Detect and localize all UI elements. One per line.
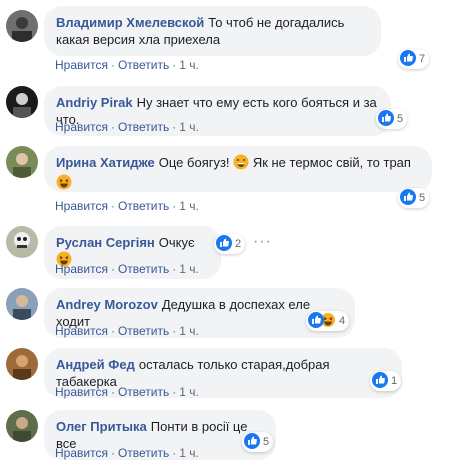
comment-time[interactable]: 1 ч.: [179, 58, 199, 72]
avatar[interactable]: [6, 10, 38, 42]
reply-link[interactable]: Ответить: [118, 199, 169, 213]
comment-actions: Нравится · Ответить · 1 ч.: [55, 262, 199, 276]
like-link[interactable]: Нравится: [55, 262, 108, 276]
comment-text: Очкує: [158, 235, 195, 250]
reaction-count[interactable]: 7: [398, 49, 430, 69]
reaction-count[interactable]: 5: [376, 109, 408, 129]
like-icon: [378, 109, 394, 129]
reaction-number: 5: [397, 113, 404, 125]
comment-time[interactable]: 1 ч.: [179, 385, 199, 399]
comment-author[interactable]: Владимир Хмелевской: [56, 15, 204, 30]
comment-author[interactable]: Ирина Хатидже: [56, 155, 155, 170]
like-icon: [400, 49, 416, 69]
avatar[interactable]: [6, 410, 38, 442]
like-icon: [244, 432, 260, 452]
comment-actions: Нравится · Ответить · 1 ч.: [55, 199, 199, 213]
reaction-number: 7: [419, 53, 426, 65]
like-icon: [400, 188, 416, 208]
comment-actions: Нравится · Ответить · 1 ч.: [55, 446, 199, 460]
laughing-emoji: [56, 174, 72, 194]
like-link[interactable]: Нравится: [55, 199, 108, 213]
comment-bubble: Владимир Хмелевской То чтоб не догадались…: [44, 6, 381, 56]
like-link[interactable]: Нравится: [55, 385, 108, 399]
comment-actions: Нравится · Ответить · 1 ч.: [55, 324, 199, 338]
reply-link[interactable]: Ответить: [118, 120, 169, 134]
reply-link[interactable]: Ответить: [118, 324, 169, 338]
like-link[interactable]: Нравится: [55, 446, 108, 460]
comment-text: Оце боягуз!: [158, 155, 230, 170]
comment-author[interactable]: Андрей Фед: [56, 357, 135, 372]
comment-actions: Нравится · Ответить · 1 ч.: [55, 58, 199, 72]
reaction-count[interactable]: 2: [214, 234, 246, 254]
reaction-count[interactable]: 1: [370, 371, 402, 391]
avatar[interactable]: [6, 348, 38, 380]
comment-time[interactable]: 1 ч.: [179, 262, 199, 276]
reply-link[interactable]: Ответить: [118, 446, 169, 460]
reaction-count[interactable]: 5: [242, 432, 274, 452]
reaction-number: 4: [339, 315, 346, 327]
avatar[interactable]: [6, 226, 38, 258]
comment-time[interactable]: 1 ч.: [179, 446, 199, 460]
more-options-icon[interactable]: ···: [253, 233, 272, 251]
reaction-number: 1: [391, 375, 398, 387]
like-icon: [216, 234, 232, 254]
like-link[interactable]: Нравится: [55, 324, 108, 338]
reaction-number: 5: [263, 436, 270, 448]
like-icon: [308, 311, 324, 331]
comment-time[interactable]: 1 ч.: [179, 199, 199, 213]
comment-author[interactable]: Andrey Morozov: [56, 297, 158, 312]
like-link[interactable]: Нравится: [55, 120, 108, 134]
reply-link[interactable]: Ответить: [118, 58, 169, 72]
avatar[interactable]: [6, 146, 38, 178]
reaction-count[interactable]: 4: [306, 311, 350, 331]
avatar[interactable]: [6, 86, 38, 118]
avatar[interactable]: [6, 288, 38, 320]
reaction-number: 2: [235, 238, 242, 250]
reply-link[interactable]: Ответить: [118, 385, 169, 399]
grin-emoji: [233, 154, 249, 174]
reaction-number: 5: [419, 192, 426, 204]
comment-author[interactable]: Руслан Сергіян: [56, 235, 155, 250]
reply-link[interactable]: Ответить: [118, 262, 169, 276]
comment-bubble: Ирина Хатидже Оце боягуз! Як не термос св…: [44, 146, 432, 192]
like-link[interactable]: Нравится: [55, 58, 108, 72]
reaction-count[interactable]: 5: [398, 188, 430, 208]
like-icon: [372, 371, 388, 391]
comment-author[interactable]: Andriy Pirak: [56, 95, 133, 110]
comment-actions: Нравится · Ответить · 1 ч.: [55, 385, 199, 399]
comment-time[interactable]: 1 ч.: [179, 324, 199, 338]
comment-author[interactable]: Олег Притыка: [56, 419, 147, 434]
comment-text-continued: Як не термос свій, то трап: [252, 155, 411, 170]
comment-actions: Нравится · Ответить · 1 ч.: [55, 120, 199, 134]
comment-time[interactable]: 1 ч.: [179, 120, 199, 134]
